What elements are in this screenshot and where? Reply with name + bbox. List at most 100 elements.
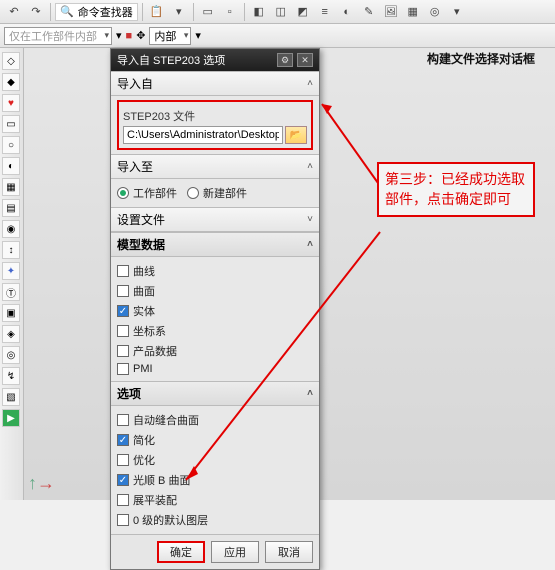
tool-icon[interactable]: ◉ (2, 220, 20, 238)
check-label: 优化 (133, 452, 155, 468)
tool-icon[interactable]: ↕ (2, 241, 20, 259)
check-smooth-b[interactable]: 光顺 B 曲面 (117, 470, 313, 490)
tool-icon[interactable]: ▧ (2, 388, 20, 406)
image-icon[interactable]: 🖼 (381, 2, 401, 22)
section-settings-file[interactable]: 设置文件 ˅ (111, 207, 319, 232)
tool-icon[interactable]: ▤ (2, 199, 20, 217)
capture-icon[interactable]: ◎ (425, 2, 445, 22)
tool-icon[interactable]: ▦ (2, 178, 20, 196)
undo-icon[interactable]: ↶ (4, 2, 24, 22)
section-icon[interactable]: ◐ (337, 2, 357, 22)
radio-new-part[interactable]: 新建部件 (187, 185, 247, 201)
section-label: 模型数据 (117, 236, 165, 253)
tool-icon[interactable]: ◎ (2, 346, 20, 364)
check-label: 产品数据 (133, 343, 177, 359)
tool-icon[interactable]: ▶ (2, 409, 20, 427)
dialog-titlebar[interactable]: 导入自 STEP203 选项 ⚙ ✕ (111, 49, 319, 71)
location-dropdown-label: 内部 (154, 28, 176, 44)
checkbox-icon (117, 514, 129, 526)
tool-icon[interactable]: ♥ (2, 94, 20, 112)
file-type-label: STEP203 文件 (123, 106, 307, 126)
file-highlight-box: STEP203 文件 📂 (117, 100, 313, 150)
chevron-up-icon: ˄ (307, 161, 313, 172)
check-solid[interactable]: 实体 (117, 301, 313, 321)
button-label: 取消 (278, 544, 300, 560)
check-flatten[interactable]: 展平装配 (117, 490, 313, 510)
select-icon[interactable]: ▭ (198, 2, 218, 22)
chevron-up-icon: ˄ (307, 78, 313, 89)
check-surface[interactable]: 曲面 (117, 281, 313, 301)
location-dropdown[interactable]: 内部 (149, 27, 191, 45)
clipboard-icon[interactable]: 📋 (147, 2, 167, 22)
grid-icon[interactable]: ▦ (403, 2, 423, 22)
tool-icon[interactable]: ◈ (2, 325, 20, 343)
check-pmi[interactable]: PMI (117, 361, 313, 377)
instruction-callout: 第三步：已经成功选取部件，点击确定即可 (377, 162, 535, 217)
tool-icon[interactable]: Ⓣ (2, 283, 20, 301)
tool-icon[interactable]: ▭ (2, 115, 20, 133)
toolbar-divider (244, 3, 245, 21)
button-label: 确定 (170, 544, 192, 560)
layers-icon[interactable]: ≡ (315, 2, 335, 22)
import-step203-dialog: 导入自 STEP203 选项 ⚙ ✕ 导入自 ˄ STEP203 文件 📂 导入… (110, 48, 320, 570)
check-csys[interactable]: 坐标系 (117, 321, 313, 341)
radio-label: 新建部件 (203, 185, 247, 201)
checkbox-icon (117, 305, 129, 317)
dialog-title: 导入自 STEP203 选项 (117, 52, 273, 68)
check-label: 光顺 B 曲面 (133, 472, 190, 488)
section-import-to[interactable]: 导入至 ˄ (111, 154, 319, 179)
scope-dropdown-label: 仅在工作部件内部 (9, 28, 97, 44)
tool-icon[interactable]: ◆ (2, 73, 20, 91)
radio-label: 工作部件 (133, 185, 177, 201)
checkbox-icon (117, 285, 129, 297)
tool-icon[interactable]: ◇ (2, 52, 20, 70)
checkbox-icon (117, 265, 129, 277)
filter-icon[interactable]: ▾ (116, 29, 122, 42)
section-model-data[interactable]: 模型数据 ˄ (111, 232, 319, 257)
tool-icon[interactable]: ✦ (2, 262, 20, 280)
check-autostitch[interactable]: 自动缝合曲面 (117, 410, 313, 430)
box-icon[interactable]: ▫ (220, 2, 240, 22)
close-icon[interactable]: ✕ (297, 53, 313, 67)
folder-icon: 📂 (290, 130, 302, 141)
check-default-layer0[interactable]: 0 级的默认图层 (117, 510, 313, 530)
checkbox-icon (117, 345, 129, 357)
pick-icon[interactable]: ✥ (136, 29, 145, 42)
ok-button[interactable]: 确定 (157, 541, 205, 563)
check-label: PMI (133, 363, 153, 375)
tool-icon[interactable]: ▣ (2, 304, 20, 322)
section-import-from[interactable]: 导入自 ˄ (111, 71, 319, 96)
filter2-icon[interactable]: ▾ (195, 29, 201, 42)
section-label: 设置文件 (117, 211, 165, 228)
check-simplify[interactable]: 简化 (117, 430, 313, 450)
more-icon[interactable]: ▾ (447, 2, 467, 22)
apply-button[interactable]: 应用 (211, 541, 259, 563)
check-label: 展平装配 (133, 492, 177, 508)
note-icon[interactable]: ✎ (359, 2, 379, 22)
cube-icon[interactable]: ◧ (249, 2, 269, 22)
check-curve[interactable]: 曲线 (117, 261, 313, 281)
tool-icon[interactable]: ○ (2, 136, 20, 154)
check-product-data[interactable]: 产品数据 (117, 341, 313, 361)
check-optimize[interactable]: 优化 (117, 450, 313, 470)
radio-work-part[interactable]: 工作部件 (117, 185, 177, 201)
toolbar-divider (193, 3, 194, 21)
view-icon[interactable]: ◫ (271, 2, 291, 22)
pin-icon[interactable]: ⚙ (277, 53, 293, 67)
chevron-up-icon: ˄ (307, 239, 313, 250)
redo-icon[interactable]: ↷ (26, 2, 46, 22)
render-icon[interactable]: ◩ (293, 2, 313, 22)
color-filter-icon[interactable]: ■ (126, 30, 133, 42)
toolbar-divider (142, 3, 143, 21)
scope-dropdown[interactable]: 仅在工作部件内部 (4, 27, 112, 45)
tool-icon[interactable]: ◐ (2, 157, 20, 175)
command-finder[interactable]: 🔍 命令查找器 (55, 3, 138, 21)
file-path-input[interactable] (123, 126, 283, 144)
tool-icon[interactable]: ↯ (2, 367, 20, 385)
browse-button[interactable]: 📂 (285, 126, 307, 144)
section-options[interactable]: 选项 ˄ (111, 381, 319, 406)
section-label: 导入自 (117, 75, 153, 92)
cancel-button[interactable]: 取消 (265, 541, 313, 563)
checkbox-icon (117, 434, 129, 446)
dropdown-icon[interactable]: ▾ (169, 2, 189, 22)
